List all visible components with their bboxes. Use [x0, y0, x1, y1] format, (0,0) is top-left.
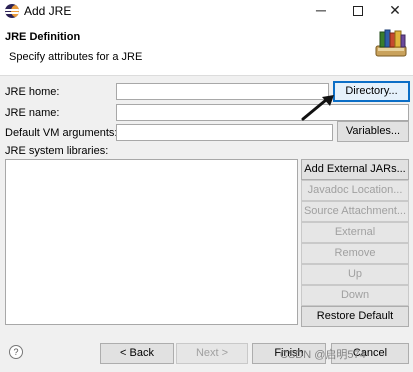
directory-button[interactable]: Directory...	[333, 81, 410, 102]
jre-name-input[interactable]	[116, 104, 409, 121]
title-bar: Add JRE ─ ✕	[0, 0, 413, 22]
vm-arguments-label: Default VM arguments:	[5, 127, 118, 139]
library-books-icon	[375, 29, 407, 57]
add-external-jars-button[interactable]: Add External JARs...	[301, 159, 409, 180]
variables-button[interactable]: Variables...	[337, 121, 409, 142]
jre-home-label: JRE home:	[5, 86, 60, 98]
watermark: CSDN @启明574	[280, 349, 366, 361]
minimize-button[interactable]: ─	[302, 0, 340, 22]
system-libraries-label: JRE system libraries:	[5, 145, 109, 157]
up-button[interactable]: Up	[301, 264, 409, 285]
remove-button[interactable]: Remove	[301, 243, 409, 264]
header-title: JRE Definition	[5, 31, 81, 43]
annotation-arrow-icon	[301, 95, 334, 121]
maximize-icon	[353, 6, 363, 16]
header-subtitle: Specify attributes for a JRE	[9, 51, 143, 63]
next-button[interactable]: Next >	[176, 343, 248, 364]
system-libraries-list[interactable]	[5, 159, 298, 325]
vm-arguments-input[interactable]	[116, 124, 333, 141]
jre-home-input[interactable]	[116, 83, 329, 100]
external-annotations-button[interactable]: External annotations...	[301, 222, 409, 257]
jre-name-label: JRE name:	[5, 107, 60, 119]
javadoc-location-button[interactable]: Javadoc Location...	[301, 180, 409, 201]
maximize-button[interactable]	[339, 0, 377, 22]
source-attachment-button[interactable]: Source Attachment...	[301, 201, 409, 222]
eclipse-icon	[5, 4, 19, 18]
dialog-header: JRE Definition Specify attributes for a …	[0, 22, 413, 76]
back-button[interactable]: < Back	[100, 343, 174, 364]
restore-default-button[interactable]: Restore Default	[301, 306, 409, 327]
close-button[interactable]: ✕	[376, 0, 413, 22]
help-icon[interactable]: ?	[9, 345, 23, 359]
down-button[interactable]: Down	[301, 285, 409, 306]
window-title: Add JRE	[24, 4, 72, 18]
